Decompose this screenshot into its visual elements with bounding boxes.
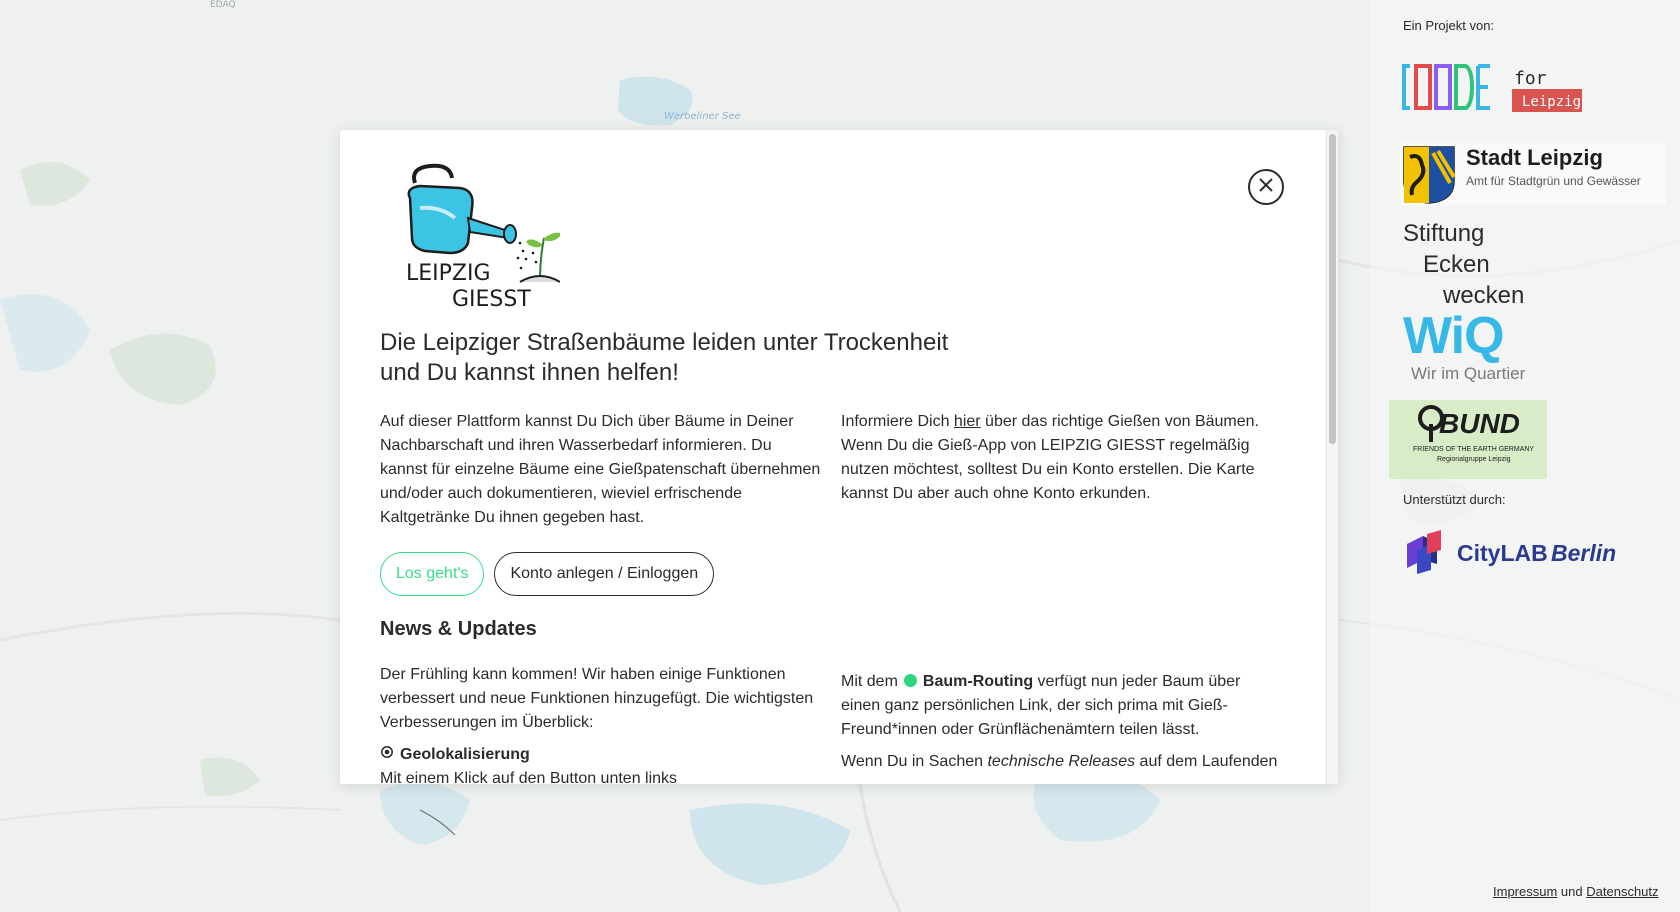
project-label: Ein Projekt von: [1403, 18, 1495, 33]
logo-text-leipzig: LEIPZIG [406, 261, 491, 286]
citylab-text-2: Berlin [1551, 540, 1617, 566]
bund-sub-2: Regionalgruppe Leipzig [1437, 456, 1511, 463]
start-button[interactable]: Los geht's [380, 552, 485, 596]
intro-columns: Auf dieser Plattform kannst Du Dich über… [380, 410, 1286, 530]
news-right2-prefix: Wenn Du in Sachen [841, 753, 988, 770]
wiq-logo[interactable]: WiQ Wir im Quartier [1403, 307, 1563, 386]
leipzig-giesst-logo: LEIPZIG GIESST [380, 158, 562, 312]
stiftung-line-1: Stiftung [1403, 220, 1485, 247]
news-right-suffix: verfügt nun jeder Baum über einen ganz p… [841, 673, 1241, 738]
bund-sub-1: FRIENDS OF THE EARTH GERMANY [1413, 446, 1535, 453]
headline-line-2: und Du kannst ihnen helfen! [380, 359, 679, 386]
stadt-leipzig-logo[interactable]: Stadt Leipzig Amt für Stadtgrün und Gewä… [1400, 143, 1666, 205]
news-right2-italic: technische Releases [987, 753, 1136, 770]
modal-headline: Die Leipziger Straßenbäume leiden unter … [380, 328, 980, 388]
green-dot-icon [903, 674, 917, 687]
stiftung-ecken-wecken-logo[interactable]: Stiftung Ecken wecken [1403, 218, 1553, 309]
citylab-berlin-logo[interactable]: CityLAB Berlin [1403, 530, 1633, 576]
partner-sidebar: Ein Projekt von: for Leipzig Stadt Leipz… [1386, 0, 1680, 912]
bund-logo[interactable]: BUND FRIENDS OF THE EARTH GERMANY Region… [1389, 400, 1547, 479]
modal-scrollbar-thumb[interactable] [1329, 134, 1336, 444]
info-link-hier[interactable]: hier [954, 413, 981, 430]
codefor-for-text: for [1514, 68, 1547, 89]
logo-text-giesst: GIESST [452, 287, 531, 308]
close-icon [1258, 177, 1274, 197]
news-right-para-1: Mit dem Baum-Routing verfügt nun jeder Ba… [841, 670, 1282, 742]
wiq-title: WiQ [1403, 307, 1505, 365]
intro-right: Informiere Dich hier über das richtige G… [841, 410, 1282, 530]
map-label-werbeliner-see: Werbeliner See [664, 111, 741, 122]
codefor-city-text: Leipzig [1522, 94, 1581, 110]
supported-label: Unterstützt durch: [1403, 492, 1506, 507]
feature-geolocation-title: Geolokalisierung [400, 746, 530, 763]
map-label-edaq: EDAQ [210, 0, 236, 10]
feature-geolocation: Geolokalisierung [380, 743, 821, 767]
news-right-para-2: Wenn Du in Sachen technische Releases au… [841, 750, 1282, 774]
account-login-button[interactable]: Konto anlegen / Einloggen [494, 552, 715, 596]
news-right2-suffix: auf dem Laufenden [1135, 753, 1278, 770]
feature-geolocation-sub: Mit einem Klick auf den Button unten lin… [380, 770, 678, 784]
citylab-text-1: CityLAB [1457, 540, 1548, 566]
bund-title: BUND [1439, 408, 1520, 439]
close-modal-button[interactable] [1248, 169, 1284, 205]
stiftung-line-2: Ecken [1423, 251, 1490, 278]
news-title: News & Updates [380, 618, 537, 640]
welcome-modal: LEIPZIG GIESST Die Leipziger Straßenbäum… [340, 130, 1338, 784]
headline-line-1: Die Leipziger Straßenbäume leiden unter … [380, 329, 949, 356]
intro-left: Auf dieser Plattform kannst Du Dich über… [380, 413, 821, 526]
impressum-link[interactable]: Impressum [1493, 884, 1557, 899]
stadt-leipzig-title: Stadt Leipzig [1466, 145, 1603, 170]
footer-links: Impressum und Datenschutz [1493, 884, 1659, 899]
news-right-prefix: Mit dem [841, 673, 898, 690]
codefor-leipzig-logo[interactable]: for Leipzig [1400, 60, 1590, 116]
news-right: Mit dem Baum-Routing verfügt nun jeder Ba… [841, 663, 1282, 784]
modal-content[interactable]: LEIPZIG GIESST Die Leipziger Straßenbäum… [340, 130, 1326, 784]
news-right-bold: Baum-Routing [922, 673, 1034, 690]
target-icon [380, 743, 394, 767]
intro-right-prefix: Informiere Dich [841, 413, 954, 430]
wiq-sub: Wir im Quartier [1411, 364, 1526, 383]
footer-und: und [1560, 884, 1583, 899]
stadt-leipzig-sub: Amt für Stadtgrün und Gewässer [1466, 174, 1641, 188]
datenschutz-link[interactable]: Datenschutz [1586, 884, 1658, 899]
action-buttons: Los geht's Konto anlegen / Einloggen [380, 552, 1286, 596]
news-left-text: Der Frühling kann kommen! Wir haben eini… [380, 666, 814, 731]
news-columns: Der Frühling kann kommen! Wir haben eini… [380, 663, 1286, 784]
modal-scrollbar[interactable] [1326, 130, 1338, 784]
news-left: Der Frühling kann kommen! Wir haben eini… [380, 663, 821, 784]
